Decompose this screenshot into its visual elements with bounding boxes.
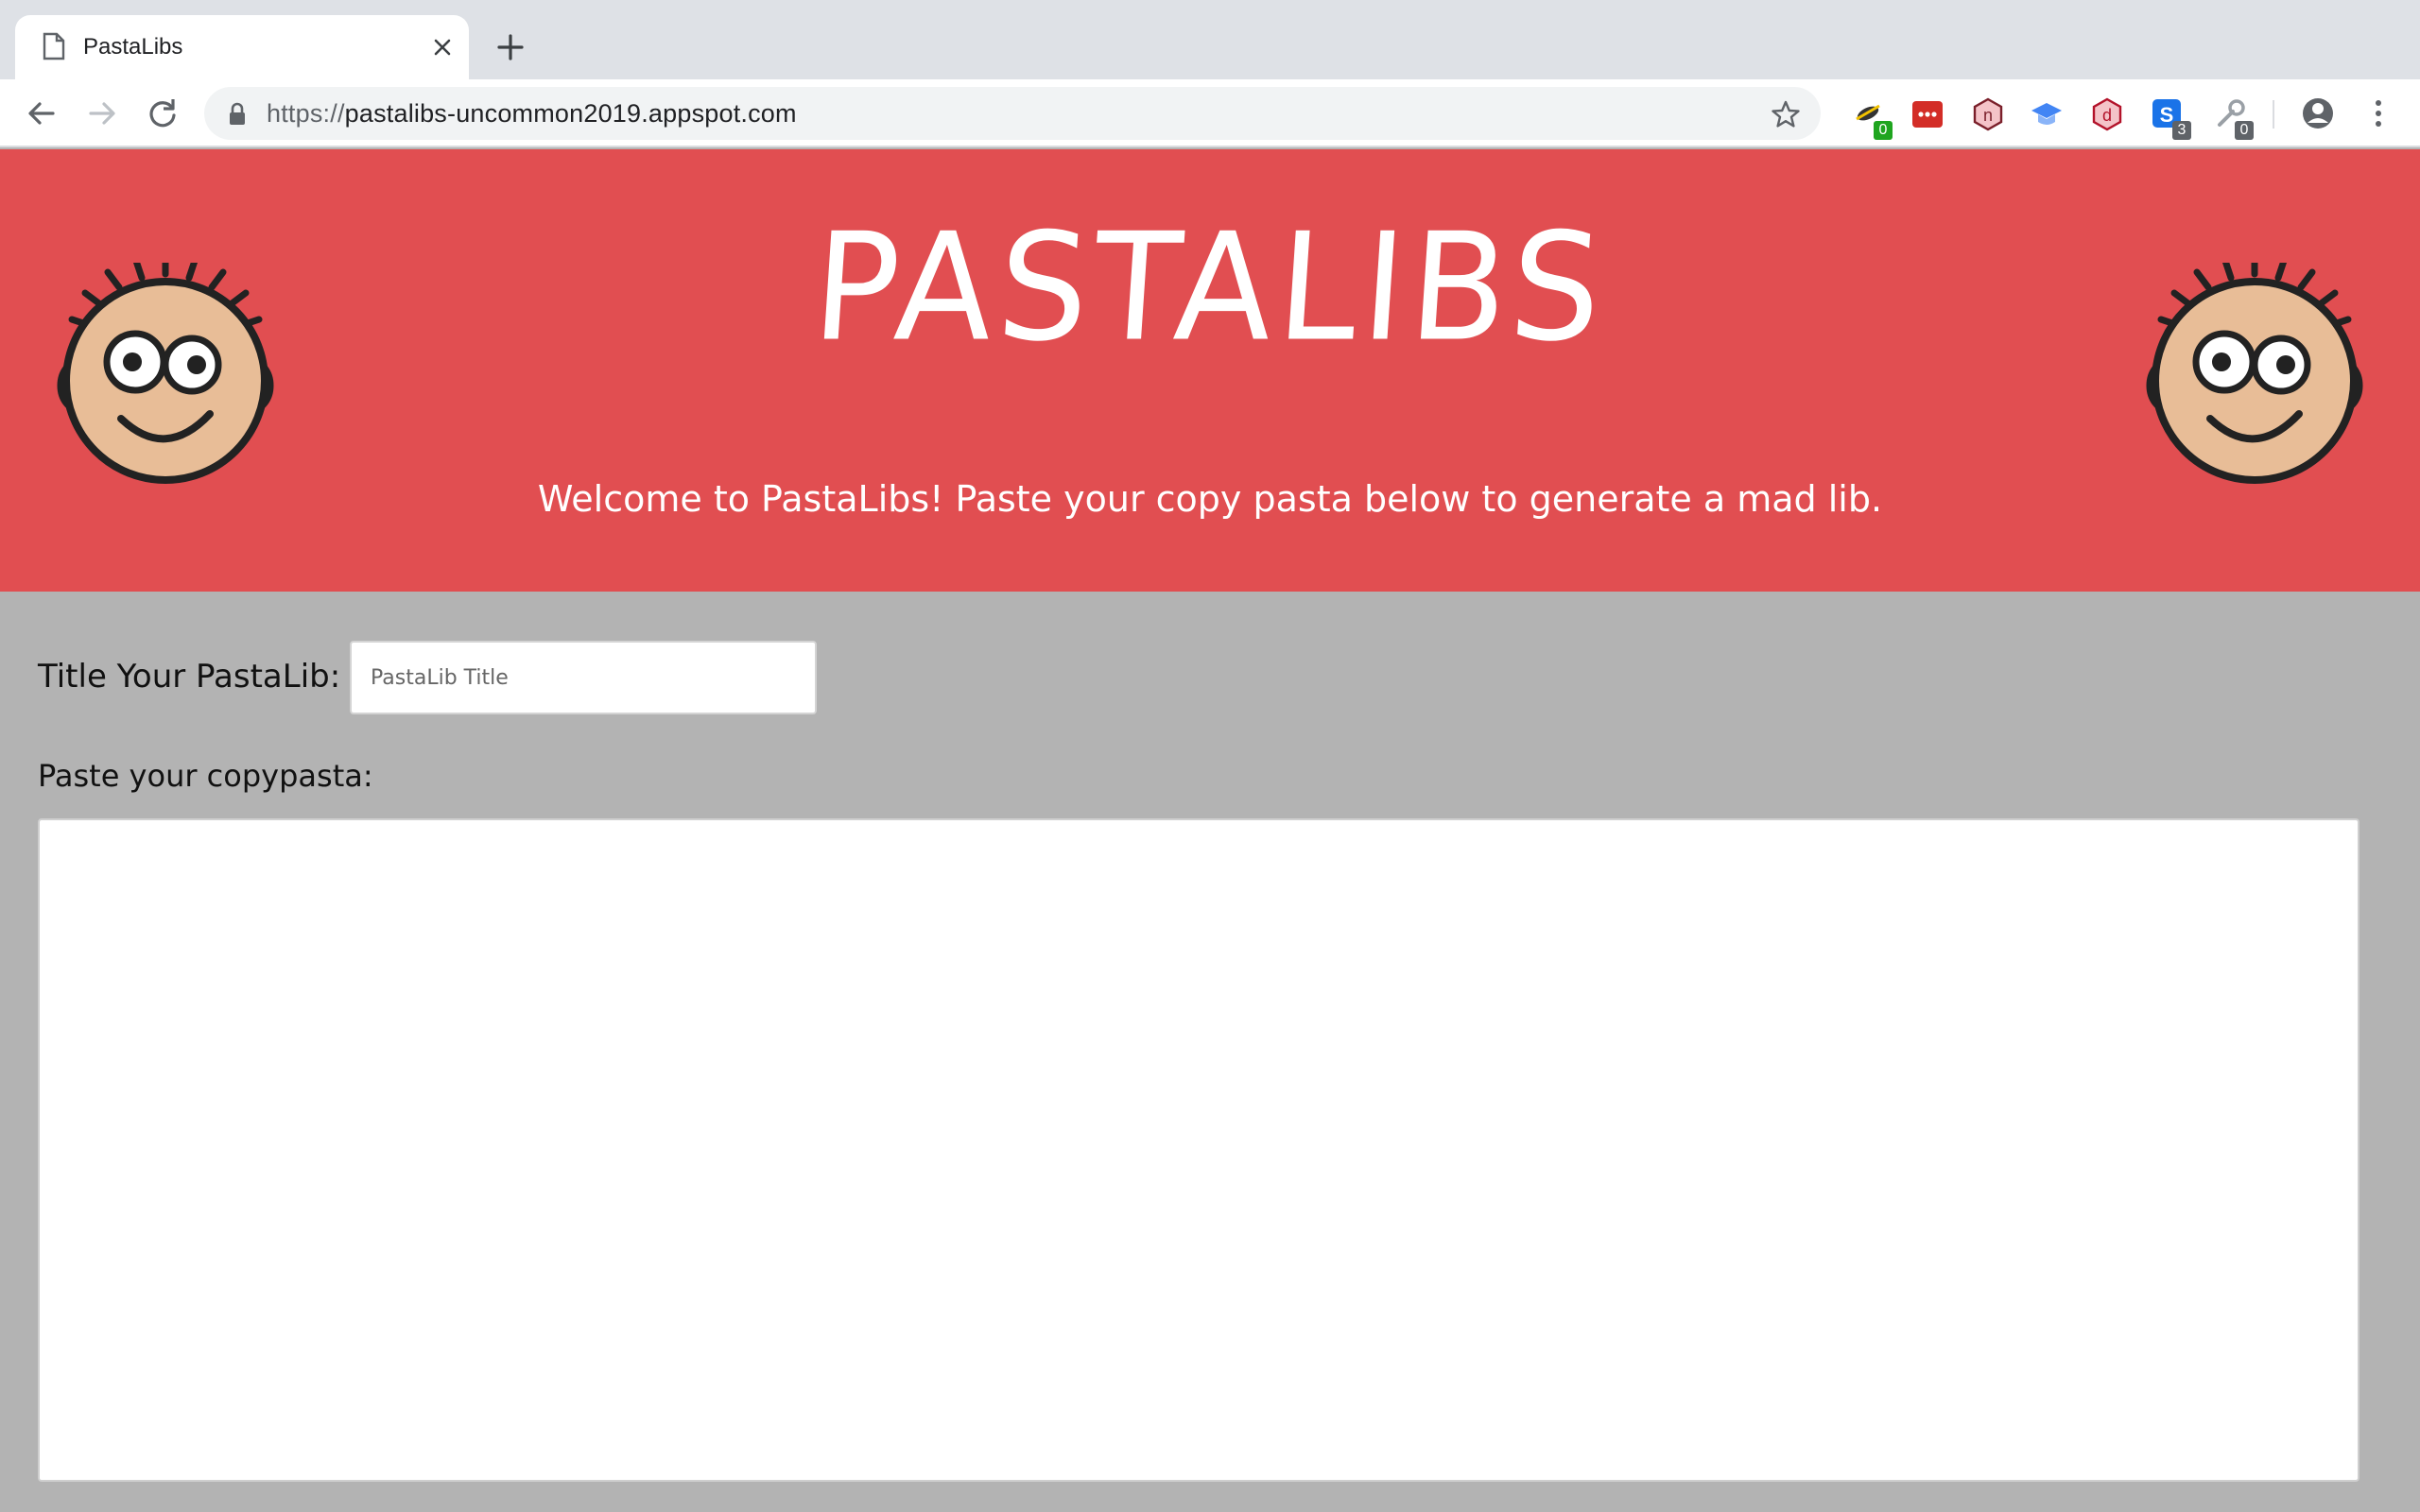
lock-icon[interactable]: [227, 102, 248, 127]
n-hexagon-icon: n: [1973, 97, 2003, 131]
new-tab-icon[interactable]: [492, 28, 529, 66]
menu-kebab-icon[interactable]: [2360, 94, 2397, 132]
toolbar-separator: [2273, 100, 2274, 129]
svg-text:d: d: [2102, 106, 2112, 125]
svg-text:n: n: [1983, 106, 1993, 125]
lastpass-dots-icon: [1912, 101, 1943, 128]
forward-arrow-icon[interactable]: [83, 94, 121, 132]
title-input[interactable]: [350, 641, 817, 714]
tab-strip: PastaLibs: [0, 0, 2420, 79]
document-icon: [43, 32, 65, 60]
welcome-text: Welcome to PastaLibs! Paste your copy pa…: [537, 478, 1883, 520]
back-arrow-icon[interactable]: [23, 94, 60, 132]
tab-title: PastaLibs: [83, 34, 183, 60]
browser-tab[interactable]: PastaLibs: [15, 15, 469, 79]
extension-badge: 0: [2235, 121, 2254, 140]
n-extension-icon[interactable]: n: [1970, 96, 2006, 132]
copypasta-label: Paste your copypasta:: [38, 758, 373, 794]
d-hexagon-icon: d: [2092, 97, 2122, 131]
puzzle-extension-icon[interactable]: 0: [2212, 96, 2254, 140]
browser-toolbar: https://pastalibs-uncommon2019.appspot.c…: [0, 79, 2420, 147]
title-label: Title Your PastaLib:: [38, 658, 341, 696]
url-host: pastalibs-uncommon2019.appspot.com: [344, 99, 797, 128]
extension-badge: 0: [1874, 121, 1893, 140]
close-icon[interactable]: [425, 30, 459, 64]
copypasta-textarea[interactable]: [38, 818, 2360, 1482]
s-extension-icon[interactable]: S 3: [2150, 96, 2191, 140]
url-text[interactable]: https://pastalibs-uncommon2019.appspot.c…: [267, 99, 797, 129]
graduation-cap-icon[interactable]: [2029, 96, 2065, 132]
cartoon-face-icon: [2146, 263, 2363, 484]
d-extension-icon[interactable]: d: [2089, 96, 2125, 132]
address-bar[interactable]: https://pastalibs-uncommon2019.appspot.c…: [204, 87, 1821, 140]
url-scheme: https://: [267, 99, 345, 128]
main-content: Title Your PastaLib: Paste your copypast…: [0, 592, 2420, 1512]
extension-badge: 3: [2172, 121, 2191, 140]
site-header: PASTALIBS Welcome to PastaLibs! Paste yo…: [0, 149, 2420, 592]
site-title: PASTALIBS: [807, 201, 1613, 375]
lastpass-icon[interactable]: [1910, 96, 1945, 132]
bug-extension-icon[interactable]: 0: [1851, 96, 1893, 140]
bookmark-star-icon[interactable]: [1770, 98, 1802, 130]
graduation-cap-icon-glyph: [2031, 103, 2062, 125]
reload-icon[interactable]: [144, 94, 182, 132]
profile-avatar-icon[interactable]: [2299, 94, 2337, 132]
